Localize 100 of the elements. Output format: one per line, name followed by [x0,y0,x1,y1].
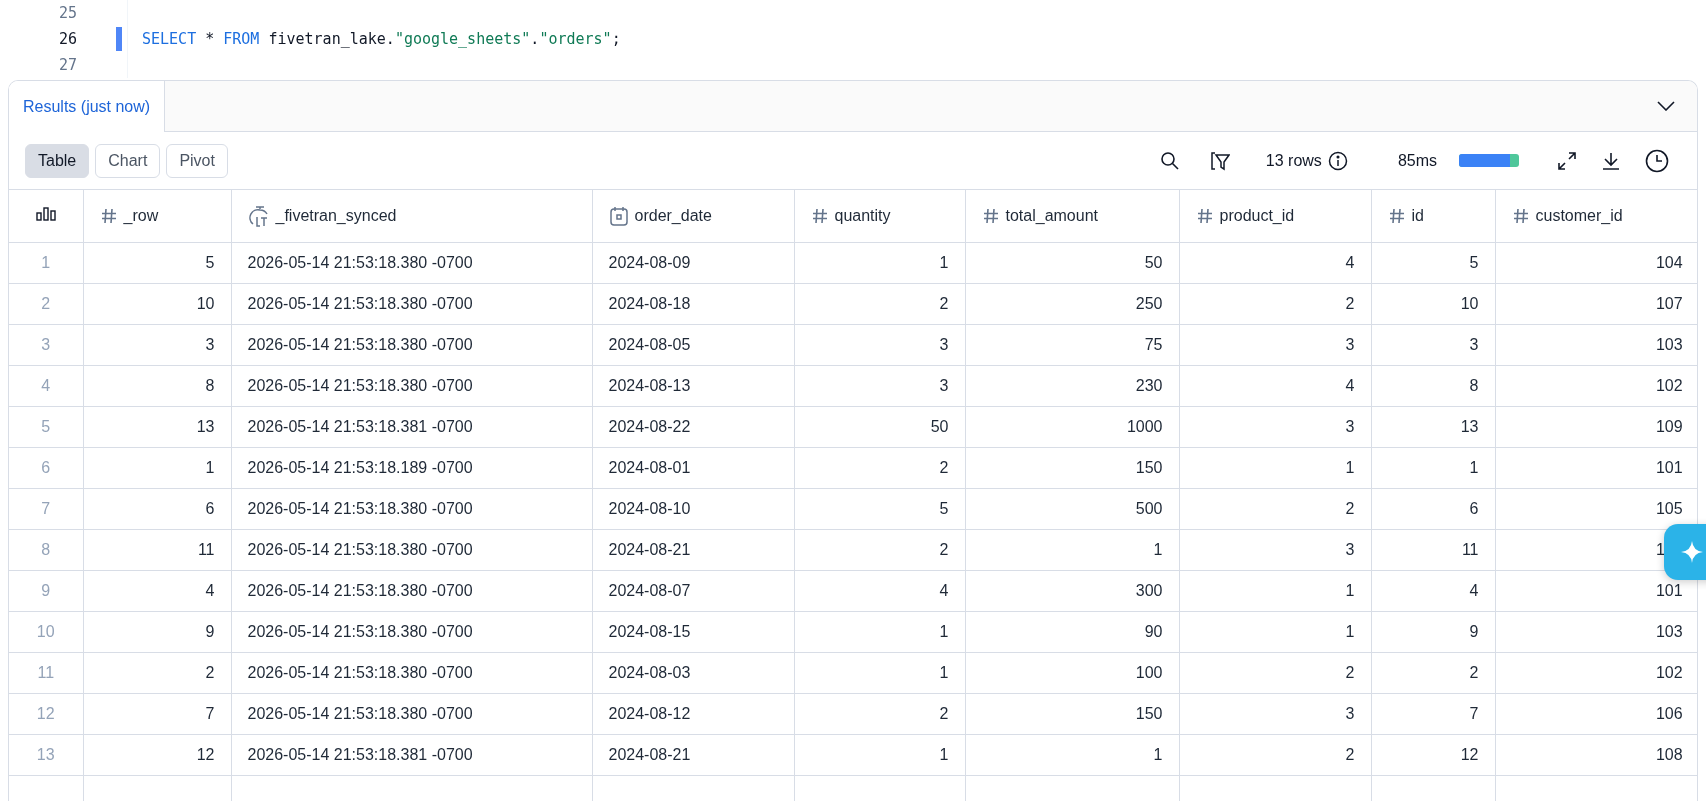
table-cell: 2 [1345,499,1355,517]
hash-icon [99,206,118,225]
table-cell: 7 [205,704,215,722]
query-duration: 85ms [1397,151,1437,170]
table-cell: 2026-05-14 21:53:18.380 -0700 [247,622,473,640]
table-cell: 2024-08-07 [608,581,691,599]
table-cell: 1 [1345,581,1355,599]
table-cell: 2024-08-09 [608,253,691,271]
table-cell: 2024-08-12 [608,704,691,722]
table-cell: 11 [197,540,215,558]
table-cell: 4 [1469,581,1479,599]
sparkle-icon [1680,540,1704,564]
table-cell: 109 [1655,417,1684,436]
row-number: 11 [37,663,55,681]
table-cell: 500 [1135,499,1163,517]
table-cell: 2 [1469,663,1479,681]
table-cell: 101 [1655,458,1684,477]
table-cell: 11 [1461,540,1479,558]
hash-icon [1387,206,1406,225]
row-number: 4 [41,376,51,394]
table-cell: 8 [205,376,215,394]
table-cell: 2026-05-14 21:53:18.380 -0700 [247,499,473,517]
column-stats-icon[interactable] [35,206,56,221]
calendar-icon [608,204,629,227]
column-header[interactable]: total_amount [1005,206,1098,225]
results-tab[interactable]: Results (just now) [9,81,166,132]
table-cell: 5 [205,253,215,271]
column-header[interactable]: id [1411,206,1424,225]
table-cell: 2024-08-10 [608,499,691,517]
column-header[interactable]: _fivetran_synced [275,206,397,225]
table-cell: 2024-08-21 [608,745,691,763]
column-header[interactable]: customer_id [1535,206,1623,225]
chevron-down-icon[interactable] [1657,101,1675,111]
table-cell: 3 [1469,335,1479,353]
hash-icon [1195,206,1214,225]
table-cell: 105 [1655,499,1684,518]
table-cell: 2026-05-14 21:53:18.380 -0700 [247,335,473,353]
table-cell: 3 [1345,335,1355,353]
row-number: 8 [41,540,51,558]
hash-icon [981,206,1000,225]
row-count: 13 rows [1265,151,1322,170]
info-icon[interactable] [1327,150,1348,171]
table-cell: 1 [1153,745,1163,763]
table-cell: 13 [196,417,215,435]
table-cell: 108 [1655,745,1684,764]
hash-icon [1511,206,1530,225]
row-number: 5 [41,417,51,435]
column-header[interactable]: quantity [834,206,891,225]
table-cell: 1 [939,253,949,271]
expand-icon[interactable] [1557,150,1577,171]
table-cell: 101 [1655,581,1684,600]
table-cell: 1000 [1126,417,1163,435]
table-cell: 2026-05-14 21:53:18.380 -0700 [247,253,473,271]
table-cell: 2024-08-01 [608,458,691,476]
table-cell: 3 [1345,540,1355,558]
table-cell: 103 [1655,622,1684,641]
row-number: 10 [36,622,55,640]
search-icon[interactable] [1159,150,1180,171]
table-cell: 2 [939,704,949,722]
table-cell: 2026-05-14 21:53:18.380 -0700 [247,376,473,394]
row-number: 12 [36,704,55,722]
table-cell: 1 [939,745,949,763]
line-number: 25 [0,0,128,26]
table-cell: 6 [205,499,215,517]
filter-icon[interactable] [1209,150,1230,171]
code-line[interactable]: SELECT * FROM fivetran_lake."google_sheets"."orders"; [142,30,621,48]
table-cell: 2024-08-03 [608,663,691,681]
column-header[interactable]: order_date [634,206,712,225]
view-tab[interactable]: Table [25,143,90,178]
table-cell: 1 [939,622,949,640]
hash-icon [810,206,829,225]
table-cell: 2024-08-05 [608,335,691,353]
table-cell: 90 [1144,622,1163,640]
table-cell: 2026-05-14 21:53:18.380 -0700 [247,663,473,681]
table-cell: 4 [1345,376,1355,394]
table-cell: 250 [1135,294,1163,312]
table-cell: 5 [939,499,949,517]
clock-icon[interactable] [1645,148,1669,173]
table-cell: 2026-05-14 21:53:18.380 -0700 [247,540,473,558]
table-cell: 5 [1469,253,1479,271]
table-cell: 2026-05-14 21:53:18.381 -0700 [247,745,473,763]
column-header[interactable]: _row [123,206,159,225]
table-cell: 2 [205,663,215,681]
table-cell: 150 [1135,704,1163,722]
download-icon[interactable] [1601,150,1621,171]
table-cell: 2024-08-18 [608,294,691,312]
table-cell: 2 [939,458,949,476]
view-tab[interactable]: Pivot [166,143,228,178]
column-header[interactable]: product_id [1219,206,1295,225]
table-cell: 2026-05-14 21:53:18.380 -0700 [247,294,473,312]
table-cell: 2024-08-13 [608,376,691,394]
table-cell: 3 [939,376,949,394]
table-cell: 2024-08-15 [608,622,691,640]
table-cell: 2026-05-14 21:53:18.380 -0700 [247,704,473,722]
table-cell: 102 [1655,663,1684,682]
view-tab[interactable]: Chart [95,143,161,178]
row-number: 1 [41,253,51,271]
table-cell: 9 [205,622,215,640]
table-cell: 3 [939,335,949,353]
table-cell: 150 [1135,458,1163,476]
